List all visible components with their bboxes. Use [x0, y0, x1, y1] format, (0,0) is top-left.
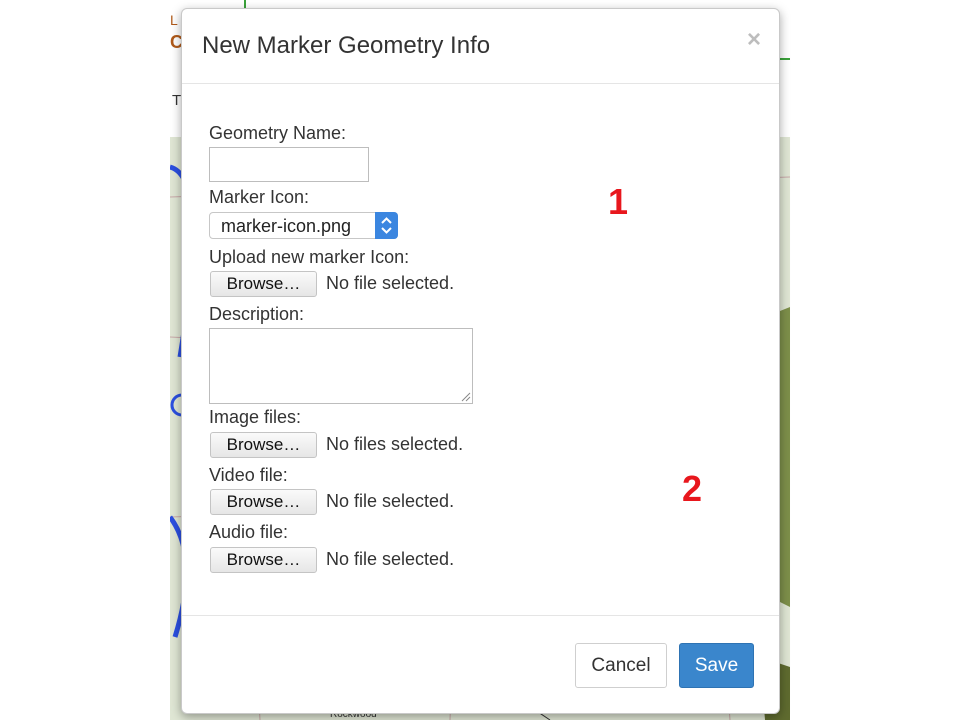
modal-footer: Cancel Save	[182, 615, 779, 714]
close-icon[interactable]: ×	[747, 28, 761, 52]
audio-file-browse-button[interactable]: Browse…	[210, 547, 317, 573]
description-textarea[interactable]	[209, 328, 473, 404]
resize-handle-icon[interactable]	[459, 390, 471, 402]
image-files-status: No files selected.	[326, 434, 464, 454]
cancel-button[interactable]: Cancel	[575, 643, 667, 688]
modal-body: Geometry Name: Marker Icon: marker-icon.…	[208, 83, 753, 615]
video-file-browse-button[interactable]: Browse…	[210, 489, 317, 515]
app-tab-partial[interactable]: T	[172, 92, 181, 109]
image-files-label: Image files:	[209, 407, 302, 427]
annotation-1: 1	[608, 181, 629, 222]
modal-header: New Marker Geometry Info ×	[182, 9, 779, 84]
marker-icon-select[interactable]: marker-icon.png	[209, 212, 398, 239]
audio-file-status: No file selected.	[326, 549, 455, 569]
new-marker-modal: New Marker Geometry Info × Geometry Name…	[181, 8, 780, 714]
upload-icon-browse-button[interactable]: Browse…	[210, 271, 317, 297]
geometry-name-label: Geometry Name:	[209, 123, 347, 143]
audio-file-label: Audio file:	[209, 522, 289, 542]
upload-icon-status: No file selected.	[326, 273, 455, 293]
modal-title: New Marker Geometry Info	[202, 32, 491, 59]
geometry-name-input[interactable]	[209, 147, 369, 182]
image-files-browse-button[interactable]: Browse…	[210, 432, 317, 458]
video-file-label: Video file:	[209, 465, 288, 485]
app-logo-text-top: L	[170, 12, 178, 28]
save-button[interactable]: Save	[679, 643, 754, 688]
marker-icon-selected-value: marker-icon.png	[221, 216, 352, 236]
select-arrows-icon	[375, 212, 398, 239]
video-file-status: No file selected.	[326, 491, 455, 511]
upload-icon-label: Upload new marker Icon:	[209, 247, 410, 267]
marker-icon-label: Marker Icon:	[209, 187, 310, 207]
annotation-2: 2	[682, 468, 703, 509]
description-label: Description:	[209, 304, 305, 324]
